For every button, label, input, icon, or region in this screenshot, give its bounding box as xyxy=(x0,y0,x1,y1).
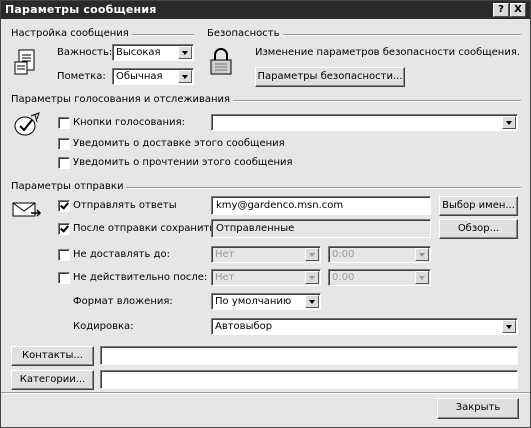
delivery-divider xyxy=(116,187,521,189)
delivery-receipt-label: Уведомить о доставке этого сообщения xyxy=(73,138,285,149)
message-settings-icon xyxy=(14,49,35,75)
chevron-down-icon xyxy=(415,248,429,261)
categories-button[interactable]: Категории... xyxy=(11,370,94,390)
save-sent-folder-value: Отправленные xyxy=(216,223,295,234)
select-names-button[interactable]: Выбор имен... xyxy=(439,196,518,216)
do-not-deliver-checkbox[interactable] xyxy=(58,249,70,261)
importance-select[interactable]: Высокая xyxy=(112,44,194,61)
message-options-dialog: Параметры сообщения ? X Настройка сообще… xyxy=(0,0,531,428)
expires-after-label: Не действительно после: xyxy=(73,272,208,283)
delivery-receipt-checkbox[interactable] xyxy=(58,138,70,150)
voting-divider xyxy=(203,100,521,102)
security-settings-button[interactable]: Параметры безопасности... xyxy=(255,67,405,87)
expires-time-value: 0:00 xyxy=(332,272,355,283)
categories-input[interactable] xyxy=(100,370,518,389)
replies-to-input[interactable]: kmy@gardenco.msn.com xyxy=(211,196,431,215)
voting-buttons-checkbox[interactable] xyxy=(58,117,70,129)
encoding-select[interactable]: Автовыбор xyxy=(211,318,518,335)
delivery-group-title: Параметры отправки xyxy=(11,181,127,192)
chevron-down-icon[interactable] xyxy=(178,70,192,83)
sensitivity-label: Пометка: xyxy=(57,71,106,82)
chevron-down-icon xyxy=(415,271,429,284)
voting-buttons-label: Кнопки голосования: xyxy=(73,117,185,128)
save-sent-folder-field: Отправленные xyxy=(211,219,431,238)
security-lock-icon xyxy=(210,48,232,75)
encoding-value: Автовыбор xyxy=(215,321,273,332)
attachment-format-label: Формат вложения: xyxy=(73,296,173,307)
do-not-deliver-date-value: Нет xyxy=(215,249,235,260)
delivery-options-icon xyxy=(12,202,42,217)
attachment-format-value: По умолчанию xyxy=(215,296,292,307)
expires-date-select: Нет xyxy=(211,269,321,286)
do-not-deliver-time-select: 0:00 xyxy=(328,246,431,263)
security-group-title: Безопасность xyxy=(207,28,283,39)
have-replies-sent-label: Отправлять ответы xyxy=(73,200,177,211)
chevron-down-icon[interactable] xyxy=(178,46,192,59)
attachment-format-select[interactable]: По умолчанию xyxy=(211,293,321,310)
browse-folder-button[interactable]: Обзор... xyxy=(439,219,518,239)
read-receipt-label: Уведомить о прочтении этого сообщения xyxy=(73,157,293,168)
replies-to-value: kmy@gardenco.msn.com xyxy=(216,200,344,211)
have-replies-sent-checkbox[interactable] xyxy=(58,200,70,212)
do-not-deliver-time-value: 0:00 xyxy=(332,249,355,260)
do-not-deliver-date-select: Нет xyxy=(211,246,321,263)
footer-divider xyxy=(1,392,530,394)
do-not-deliver-label: Не доставлять до: xyxy=(73,249,170,260)
chevron-down-icon xyxy=(305,248,319,261)
importance-value: Высокая xyxy=(116,47,161,58)
voting-tracking-icon xyxy=(14,112,40,136)
close-window-button[interactable]: X xyxy=(510,3,526,17)
chevron-down-icon[interactable] xyxy=(305,295,319,308)
security-divider xyxy=(271,34,521,36)
security-description: Изменение параметров безопасности сообще… xyxy=(255,47,521,58)
chevron-down-icon[interactable] xyxy=(502,320,516,333)
expires-time-select: 0:00 xyxy=(328,269,431,286)
save-sent-label: После отправки сохранить в: xyxy=(73,223,228,234)
contacts-button[interactable]: Контакты... xyxy=(11,346,94,366)
dialog-title: Параметры сообщения xyxy=(5,3,157,16)
expires-date-value: Нет xyxy=(215,272,235,283)
chevron-down-icon[interactable] xyxy=(502,116,516,129)
title-bar[interactable]: Параметры сообщения ? X xyxy=(1,1,530,19)
voting-buttons-select[interactable] xyxy=(211,114,518,131)
help-button[interactable]: ? xyxy=(493,3,509,17)
read-receipt-checkbox[interactable] xyxy=(58,157,70,169)
sensitivity-select[interactable]: Обычная xyxy=(112,68,194,85)
save-sent-checkbox[interactable] xyxy=(58,223,70,235)
sensitivity-value: Обычная xyxy=(116,71,163,82)
close-button[interactable]: Закрыть xyxy=(437,398,519,419)
expires-after-checkbox[interactable] xyxy=(58,272,70,284)
importance-label: Важность: xyxy=(57,47,113,58)
encoding-label: Кодировка: xyxy=(73,321,134,332)
voting-group-title: Параметры голосования и отслеживания xyxy=(11,94,234,105)
chevron-down-icon xyxy=(305,271,319,284)
settings-group-title: Настройка сообщения xyxy=(11,28,132,39)
contacts-input[interactable] xyxy=(100,346,518,365)
